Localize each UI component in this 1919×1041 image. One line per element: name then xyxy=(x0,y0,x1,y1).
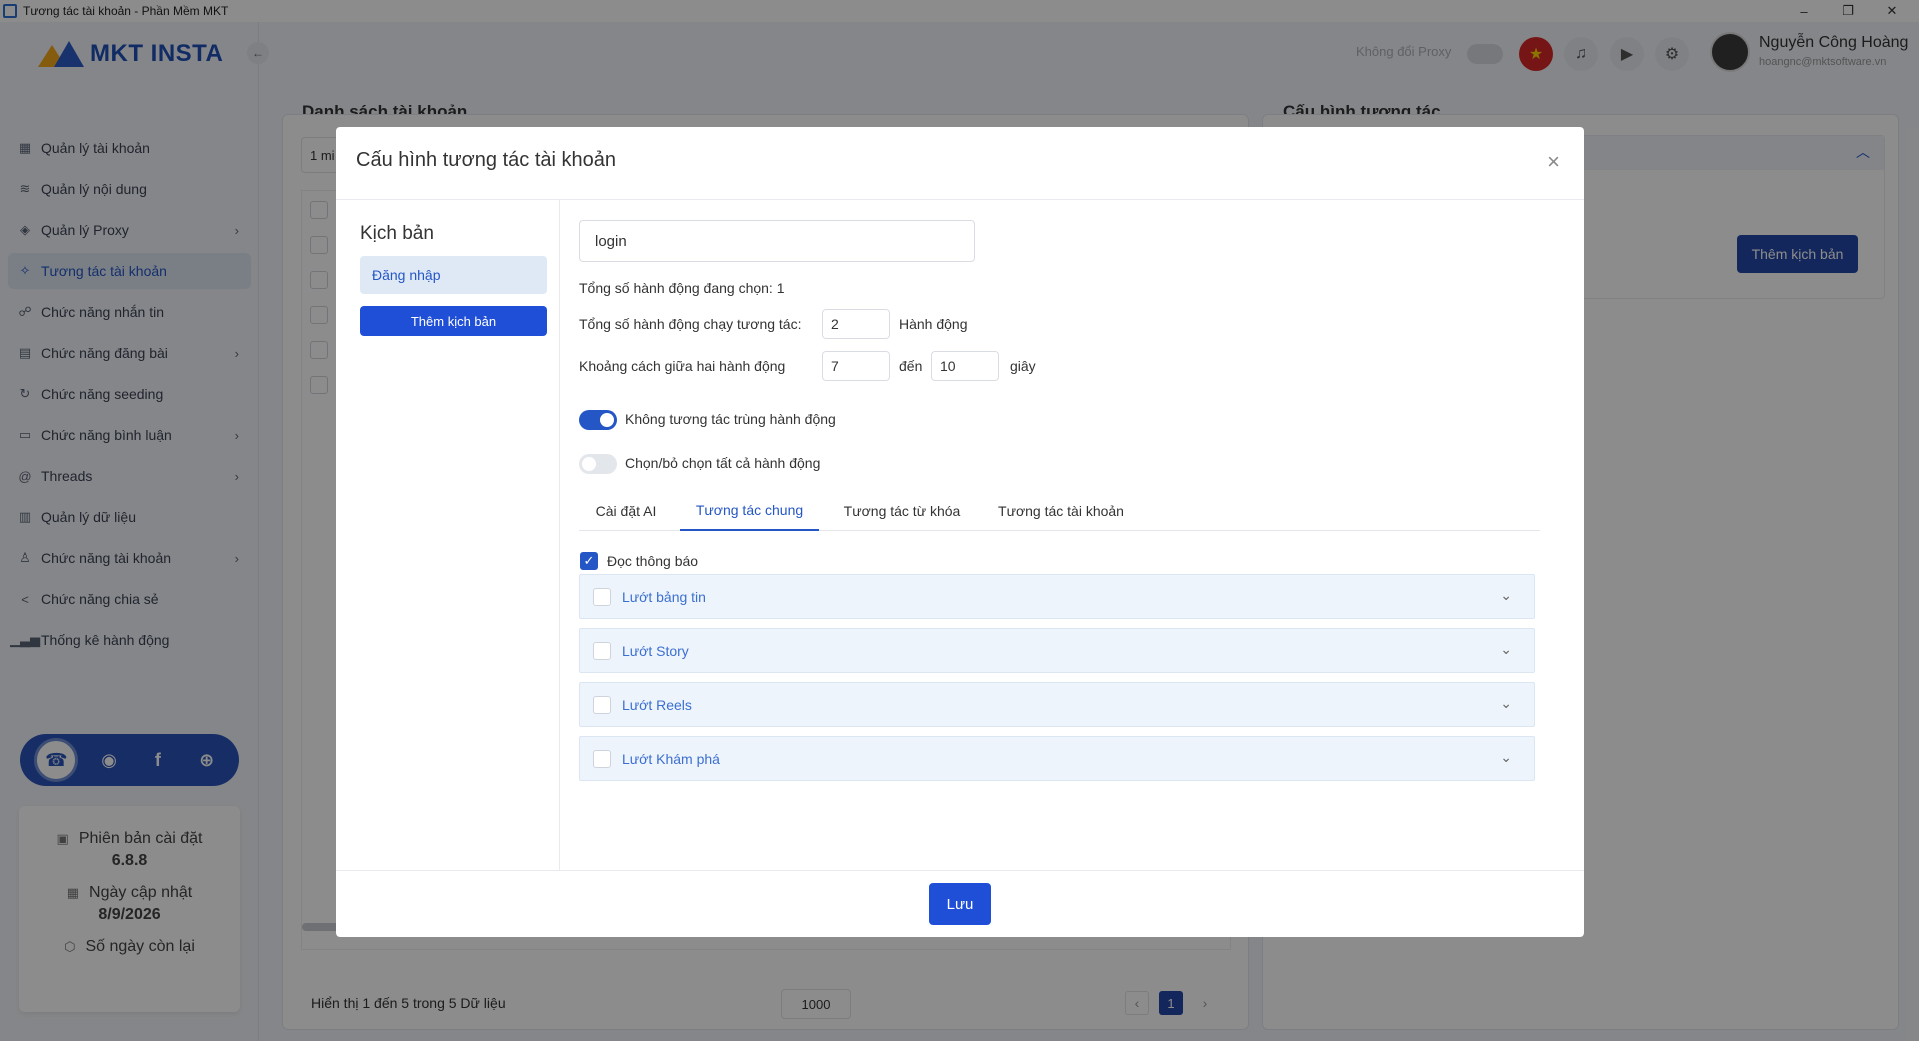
close-icon[interactable]: × xyxy=(1547,149,1560,175)
tab-account-interaction[interactable]: Tương tác tài khoản xyxy=(981,490,1141,531)
modal-header: Cấu hình tương tác tài khoản × xyxy=(336,127,1584,200)
modal-body: login Tổng số hành động đang chọn: 1 Tổn… xyxy=(560,200,1584,870)
modal-footer: Lưu xyxy=(336,870,1584,937)
modal-title: Cấu hình tương tác tài khoản xyxy=(356,149,616,171)
tab-keyword-interaction[interactable]: Tương tác từ khóa xyxy=(826,490,978,531)
select-all-switch[interactable] xyxy=(579,454,617,474)
script-item-login[interactable]: Đăng nhập xyxy=(360,256,547,294)
interaction-config-modal: Cấu hình tương tác tài khoản × Kịch bản … xyxy=(336,127,1584,937)
add-script-button[interactable]: Thêm kịch bản xyxy=(360,306,547,336)
interval-from-input[interactable]: 7 xyxy=(822,351,890,381)
tab-ai-settings[interactable]: Cài đặt AI xyxy=(579,490,673,531)
accordion-label: Lướt bảng tin xyxy=(622,588,706,605)
selected-count-label: Tổng số hành động đang chọn: 1 xyxy=(579,280,785,296)
accordion-checkbox[interactable] xyxy=(593,695,611,714)
accordion-checkbox[interactable] xyxy=(593,641,611,660)
chevron-down-icon[interactable]: ⌄ xyxy=(1500,587,1512,604)
save-button[interactable]: Lưu xyxy=(929,883,991,925)
checkmark-icon[interactable]: ✓ xyxy=(580,552,598,570)
interval-label: Khoảng cách giữa hai hành động xyxy=(579,358,786,374)
accordion-story[interactable]: Lướt Story ⌄ xyxy=(579,628,1535,673)
chevron-down-icon[interactable]: ⌄ xyxy=(1500,641,1512,658)
accordion-explore[interactable]: Lướt Khám phá ⌄ xyxy=(579,736,1535,781)
accordion-label: Lướt Reels xyxy=(622,696,692,713)
run-count-label: Tổng số hành động chạy tương tác: xyxy=(579,316,802,332)
action-tabs: Cài đặt AI Tương tác chung Tương tác từ … xyxy=(579,490,1540,531)
scripts-panel: Kịch bản Đăng nhập Thêm kịch bản xyxy=(336,200,560,870)
scripts-title: Kịch bản xyxy=(360,223,434,244)
chevron-down-icon[interactable]: ⌄ xyxy=(1500,695,1512,712)
select-all-label: Chọn/bỏ chọn tất cả hành động xyxy=(625,455,821,471)
interval-unit: giây xyxy=(1010,358,1036,374)
read-notifications-row[interactable]: ✓ Đọc thông báo xyxy=(580,552,698,570)
run-count-unit: Hành động xyxy=(899,316,968,332)
accordion-checkbox[interactable] xyxy=(593,749,611,768)
no-duplicate-label: Không tương tác trùng hành động xyxy=(625,411,836,427)
accordion-reels[interactable]: Lướt Reels ⌄ xyxy=(579,682,1535,727)
accordion-label: Lướt Story xyxy=(622,642,689,659)
accordion-label: Lướt Khám phá xyxy=(622,750,720,767)
run-count-input[interactable]: 2 xyxy=(822,309,890,339)
tab-general-interaction[interactable]: Tương tác chung xyxy=(680,490,819,531)
interval-to-input[interactable]: 10 xyxy=(931,351,999,381)
accordion-checkbox[interactable] xyxy=(593,587,611,606)
interval-to-word: đến xyxy=(899,358,923,374)
accordion-feed[interactable]: Lướt bảng tin ⌄ xyxy=(579,574,1535,619)
chevron-down-icon[interactable]: ⌄ xyxy=(1500,749,1512,766)
script-name-input[interactable]: login xyxy=(579,220,975,262)
no-duplicate-switch[interactable] xyxy=(579,410,617,430)
read-notifications-label: Đọc thông báo xyxy=(607,553,699,569)
